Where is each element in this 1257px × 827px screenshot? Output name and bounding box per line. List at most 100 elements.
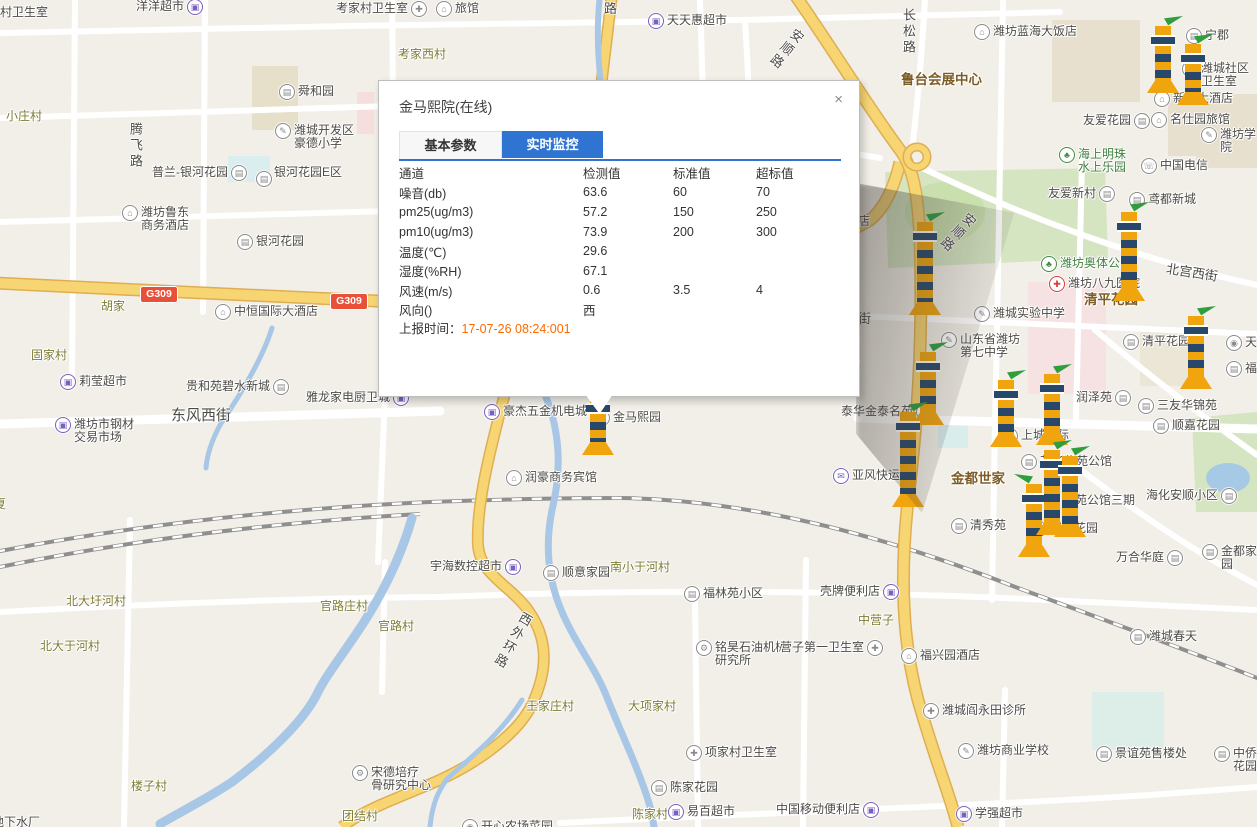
map-poi: ◉天 bbox=[1226, 336, 1257, 351]
tower-segment bbox=[896, 421, 920, 432]
station-marker[interactable] bbox=[1179, 316, 1213, 389]
report-time-value: 17-07-26 08:24:001 bbox=[462, 322, 571, 336]
shop-icon: ▣ bbox=[505, 559, 521, 575]
map-poi: ◉开心农场菜园 bbox=[462, 820, 553, 827]
tab-realtime[interactable]: 实时监控 bbox=[502, 131, 603, 158]
map-poi-label: 团结村 bbox=[342, 810, 378, 823]
station-marker[interactable] bbox=[989, 380, 1023, 447]
map-poi: ▣天天惠超市 bbox=[648, 14, 727, 29]
cell-value: 西 bbox=[583, 300, 673, 319]
map-poi: ⌂润豪商务宾馆 bbox=[506, 471, 597, 486]
building-icon: ▤ bbox=[279, 84, 295, 100]
tower-segment bbox=[916, 361, 940, 372]
map-poi: 鲁台会展中心 bbox=[901, 73, 982, 86]
map-poi-label: 山东省潍坊 第七中学 bbox=[960, 333, 1020, 359]
map-poi: 北大圩河村 bbox=[66, 595, 126, 608]
table-row: 湿度(%RH)67.1 bbox=[399, 261, 841, 281]
map-poi: ▤潍城春天 bbox=[1130, 630, 1197, 645]
map-poi-label: 豪杰五金机电城 bbox=[503, 405, 587, 418]
map-poi: ▤福林苑小区 bbox=[684, 587, 763, 602]
map-poi: 万合华庭▤ bbox=[1116, 551, 1183, 566]
map-poi: ✎山东省潍坊 第七中学 bbox=[941, 333, 1020, 359]
hotel-icon: ⌂ bbox=[506, 470, 522, 486]
cell-value: pm10(ug/m3) bbox=[399, 225, 583, 239]
map-poi: 友爱花园▤ bbox=[1083, 114, 1150, 129]
phone-icon: ☏ bbox=[1141, 158, 1157, 174]
map-poi: 地下水厂 bbox=[0, 816, 40, 827]
station-marker[interactable] bbox=[1053, 456, 1087, 537]
map-poi-label: 项家村卫生室 bbox=[705, 746, 777, 759]
map-poi-label: 潍城春天 bbox=[1149, 630, 1197, 643]
table-row: 噪音(db)63.66070 bbox=[399, 183, 841, 203]
map-poi-label: 友爱新村 bbox=[1048, 187, 1096, 200]
table-row: 风向()西 bbox=[399, 300, 841, 320]
clinic-icon: ✚ bbox=[686, 745, 702, 761]
map-poi: ✎潍坊学院 bbox=[1201, 128, 1257, 154]
map-poi: 洋洋超市▣ bbox=[136, 0, 203, 15]
station-marker[interactable] bbox=[1035, 374, 1069, 445]
map-poi-label: 小庄村 bbox=[6, 110, 42, 123]
map-poi-label: 金都家园 bbox=[1221, 545, 1257, 571]
tower-segment bbox=[1180, 376, 1212, 389]
map-canvas[interactable]: 村卫生室洋洋超市▣⌂旅馆考家村卫生室✚▣天天惠超市考家西村小庄村▤舜和园✎潍城开… bbox=[0, 0, 1257, 827]
tower-segment bbox=[909, 302, 941, 315]
station-marker[interactable] bbox=[891, 412, 925, 507]
map-poi-label: 银河花园 bbox=[256, 235, 304, 248]
map-poi-label: 开心农场菜园 bbox=[481, 820, 553, 827]
map-poi: ✎潍城开发区 豪德小学 bbox=[275, 124, 354, 150]
tower-segment bbox=[892, 494, 924, 507]
hotel-icon: ⌂ bbox=[436, 1, 452, 17]
tower-segment bbox=[1113, 288, 1145, 301]
table-row: pm10(ug/m3)73.9200300 bbox=[399, 222, 841, 242]
monitor-table: 通道检测值标准值超标值噪音(db)63.66070pm25(ug/m3)57.2… bbox=[399, 163, 841, 320]
map-poi-label: 潍城阎永田诊所 bbox=[942, 704, 1026, 717]
tower-segment bbox=[1151, 35, 1175, 46]
report-time: 上报时间：17-07-26 08:24:001 bbox=[399, 318, 571, 337]
close-icon[interactable]: × bbox=[834, 92, 843, 107]
tower-segment bbox=[1044, 394, 1060, 432]
tower-segment bbox=[1155, 46, 1171, 80]
map-poi: ▤清秀苑 bbox=[951, 519, 1006, 534]
map-poi-label: 潍城实验中学 bbox=[993, 307, 1065, 320]
cell-value: 4 bbox=[756, 283, 841, 297]
building-icon: ▤ bbox=[1226, 361, 1242, 377]
map-poi-label: 潍坊商业学校 bbox=[977, 744, 1049, 757]
building-icon: ▤ bbox=[951, 518, 967, 534]
building-icon: ▤ bbox=[1214, 746, 1230, 762]
map-poi-label: 潍城开发区 豪德小学 bbox=[294, 124, 354, 150]
cell-value: 风向() bbox=[399, 300, 583, 319]
station-marker[interactable] bbox=[1112, 212, 1146, 301]
station-marker[interactable] bbox=[908, 222, 942, 315]
map-poi-label: 中恒国际大酒店 bbox=[234, 305, 318, 318]
road-label: 路 bbox=[604, 0, 617, 17]
map-poi: 壳牌便利店▣ bbox=[820, 585, 899, 600]
column-header: 检测值 bbox=[583, 163, 673, 182]
park-icon: ♣ bbox=[1041, 256, 1057, 272]
tab-basic[interactable]: 基本参数 bbox=[399, 131, 502, 159]
map-poi: 中国移动便利店▣ bbox=[776, 803, 879, 818]
clinic-icon: ✚ bbox=[923, 703, 939, 719]
map-poi-label: 南小于河村 bbox=[610, 561, 670, 574]
cell-value: 温度(℃) bbox=[399, 242, 583, 261]
map-poi: ▤银河花园 bbox=[237, 235, 304, 250]
station-marker[interactable] bbox=[1146, 26, 1180, 93]
cell-value: 29.6 bbox=[583, 244, 673, 258]
map-poi-label: 清秀苑 bbox=[970, 519, 1006, 532]
building-icon: ▤ bbox=[1115, 390, 1131, 406]
map-poi-label: 银河花园E区 bbox=[274, 166, 342, 179]
map-poi-label: 官路村 bbox=[378, 620, 414, 633]
map-poi: ▤三友华锦苑 bbox=[1138, 399, 1217, 414]
map-poi-label: 福 bbox=[1245, 362, 1257, 375]
tower-segment bbox=[1185, 44, 1201, 53]
map-poi: ▣莉莹超市 bbox=[60, 375, 127, 390]
map-poi: 官路村 bbox=[378, 620, 414, 633]
dot-icon: ◉ bbox=[462, 819, 478, 827]
map-poi-label: 宋德培疗 骨研究中心 bbox=[371, 766, 431, 792]
cell-value: 湿度(%RH) bbox=[399, 261, 583, 280]
map-poi-label: 润泽苑 bbox=[1076, 391, 1112, 404]
map-poi: 官路庄村 bbox=[320, 600, 368, 613]
map-poi-label: 营子第一卫生室 bbox=[780, 641, 864, 654]
map-poi-label: 普兰-银河花园 bbox=[152, 166, 228, 179]
station-marker[interactable] bbox=[1176, 44, 1210, 105]
tower-segment bbox=[917, 222, 933, 231]
